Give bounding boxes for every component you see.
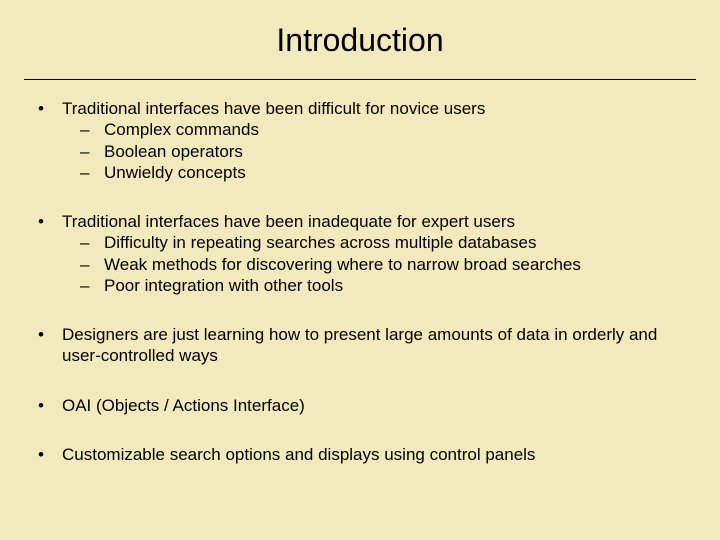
sub-list: Complex commands Boolean operators Unwie… xyxy=(62,119,696,183)
sub-list-item: Unwieldy concepts xyxy=(62,162,696,183)
bullet-text: Poor integration with other tools xyxy=(104,276,343,295)
list-item: Customizable search options and displays… xyxy=(24,444,696,465)
sub-list-item: Boolean operators xyxy=(62,141,696,162)
slide-title: Introduction xyxy=(24,0,696,69)
bullet-text: Traditional interfaces have been inadequ… xyxy=(62,212,515,231)
sub-list-item: Weak methods for discovering where to na… xyxy=(62,254,696,275)
slide: Introduction Traditional interfaces have… xyxy=(0,0,720,540)
list-item: Traditional interfaces have been difficu… xyxy=(24,98,696,183)
list-item: OAI (Objects / Actions Interface) xyxy=(24,395,696,416)
sub-list-item: Difficulty in repeating searches across … xyxy=(62,232,696,253)
sub-list-item: Poor integration with other tools xyxy=(62,275,696,296)
bullet-text: Unwieldy concepts xyxy=(104,163,246,182)
list-item: Traditional interfaces have been inadequ… xyxy=(24,211,696,296)
bullet-text: Customizable search options and displays… xyxy=(62,445,535,464)
bullet-text: Weak methods for discovering where to na… xyxy=(104,255,581,274)
bullet-text: Traditional interfaces have been difficu… xyxy=(62,99,485,118)
sub-list-item: Complex commands xyxy=(62,119,696,140)
bullet-text: Boolean operators xyxy=(104,142,243,161)
bullet-text: OAI (Objects / Actions Interface) xyxy=(62,396,305,415)
bullet-text: Designers are just learning how to prese… xyxy=(62,325,657,365)
list-item: Designers are just learning how to prese… xyxy=(24,324,696,367)
bullet-text: Difficulty in repeating searches across … xyxy=(104,233,536,252)
divider xyxy=(24,79,696,80)
bullet-text: Complex commands xyxy=(104,120,259,139)
sub-list: Difficulty in repeating searches across … xyxy=(62,232,696,296)
bullet-list: Traditional interfaces have been difficu… xyxy=(24,98,696,465)
